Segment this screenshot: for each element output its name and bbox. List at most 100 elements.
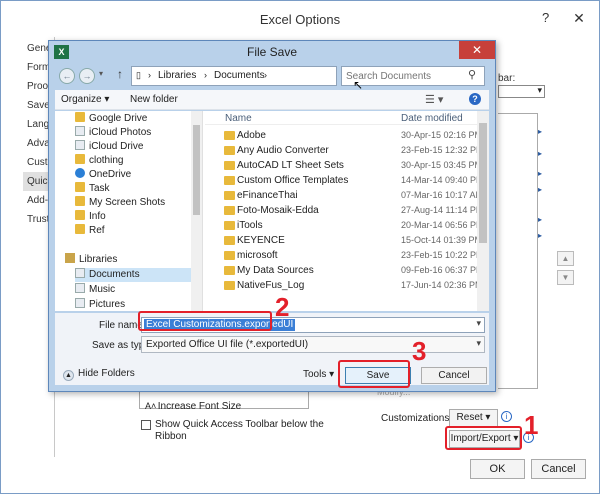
file-list-scrollbar[interactable]	[477, 111, 489, 311]
cancel-button[interactable]: Cancel	[531, 459, 586, 479]
forward-icon[interactable]: →	[79, 68, 95, 84]
move-down-button[interactable]: ▼	[557, 270, 574, 285]
file-row[interactable]: Custom Office Templates 14-Mar-14 09:40 P…	[205, 173, 484, 188]
breadcrumb-separator-icon: ›	[264, 70, 267, 80]
cancel-button[interactable]: Cancel	[421, 367, 487, 384]
tree-item-label: OneDrive	[89, 169, 132, 180]
checkbox-box[interactable]	[141, 420, 151, 430]
expand-arrow-icon[interactable]: ▸	[538, 127, 542, 136]
search-icon[interactable]: ⚲	[468, 68, 476, 81]
ok-button[interactable]: OK	[470, 459, 525, 479]
annotation-step-1: 1	[524, 410, 539, 440]
expand-arrow-icon[interactable]: ▸	[538, 185, 542, 194]
file-row[interactable]: Adobe 30-Apr-15 02:16 PM	[205, 128, 482, 143]
file-name: Custom Office Templates	[237, 175, 349, 186]
move-up-button[interactable]: ▲	[557, 251, 574, 266]
folder-icon	[224, 221, 235, 230]
back-icon[interactable]: ←	[59, 68, 75, 84]
tree-item-google-drive[interactable]: Google Drive	[75, 112, 147, 126]
file-row[interactable]: Foto-Mosaik-Edda 27-Aug-14 11:14 PM	[205, 203, 483, 218]
file-name: My Data Sources	[237, 265, 314, 276]
tree-item-my-screen-shots[interactable]: My Screen Shots	[75, 196, 165, 210]
expand-arrow-icon[interactable]: ▸	[538, 149, 542, 158]
reset-button[interactable]: Reset ▾	[449, 409, 498, 427]
file-row[interactable]: AutoCAD LT Sheet Sets 30-Apr-15 03:45 PM	[205, 158, 482, 173]
tree-item-pictures[interactable]: Pictures	[75, 298, 125, 311]
mouse-cursor-icon: ↖	[353, 78, 364, 92]
tree-item-music[interactable]: Music	[75, 283, 115, 297]
tree-item-task[interactable]: Task	[75, 182, 110, 196]
hide-folders-label: Hide Folders	[78, 368, 135, 379]
breadcrumb-libraries[interactable]: Libraries	[158, 70, 196, 81]
file-list: Name Date modified Adobe 30-Apr-15 02:16 …	[205, 111, 489, 311]
new-folder-button[interactable]: New folder	[130, 94, 178, 105]
navigation-row: ← → ▾ ↑ ▯ › Libraries › Documents › ▾ ↻ …	[55, 65, 489, 87]
file-row[interactable]: microsoft 23-Feb-15 10:22 PM	[205, 248, 484, 263]
navigation-pane: Google Drive iCloud Photos iCloud Drive …	[55, 111, 203, 311]
folder-icon	[224, 206, 235, 215]
music-icon	[75, 283, 85, 293]
up-arrow-icon[interactable]: ↑	[117, 67, 123, 81]
file-row[interactable]: iTools 20-Mar-14 06:56 PM	[205, 218, 484, 233]
tree-item-clothing[interactable]: clothing	[75, 154, 123, 168]
tree-item-ref[interactable]: Ref	[75, 224, 105, 238]
help-icon[interactable]: ?	[542, 10, 549, 25]
column-header-date[interactable]: Date modified	[401, 113, 463, 124]
expand-arrow-icon[interactable]: ▸	[538, 169, 542, 178]
chevron-down-icon[interactable]: ▾	[476, 338, 481, 349]
file-row[interactable]: eFinanceThai 07-Mar-16 10:17 AM	[205, 188, 483, 203]
toolbar-label-fragment: bar:	[498, 73, 516, 84]
folder-icon	[224, 266, 235, 275]
tree-scrollbar[interactable]	[191, 111, 202, 311]
close-icon[interactable]: ✕	[459, 41, 495, 59]
tree-item-icloud-photos[interactable]: iCloud Photos	[75, 126, 151, 140]
excel-options-title: Excel Options	[259, 12, 341, 27]
expand-arrow-icon[interactable]: ▸	[538, 215, 542, 224]
recent-locations-icon[interactable]: ▾	[99, 69, 103, 78]
tools-button[interactable]: Tools ▾	[303, 369, 334, 380]
file-date: 20-Mar-14 06:56 PM	[401, 220, 484, 230]
address-bar[interactable]: ▯ › Libraries › Documents › ▾ ↻	[131, 66, 409, 86]
scrollbar-thumb[interactable]	[193, 125, 200, 215]
file-row[interactable]: Any Audio Converter 23-Feb-15 12:32 PM	[205, 143, 484, 158]
organize-button[interactable]: Organize ▾	[61, 94, 109, 105]
tree-item-icloud-drive[interactable]: iCloud Drive	[75, 140, 143, 154]
column-header-name[interactable]: Name	[225, 113, 252, 124]
breadcrumb-documents[interactable]: Documents	[214, 70, 265, 81]
onedrive-icon	[75, 168, 85, 178]
folder-icon	[224, 131, 235, 140]
tree-item-label: Task	[89, 183, 110, 194]
chevron-down-icon[interactable]: ▾	[476, 318, 481, 329]
tree-item-info[interactable]: Info	[75, 210, 106, 224]
expand-arrow-icon[interactable]: ▸	[538, 231, 542, 240]
tree-item-label: Google Drive	[89, 113, 148, 124]
file-date: 17-Jun-14 02:36 PM	[401, 280, 483, 290]
file-name: microsoft	[237, 250, 278, 261]
folder-icon	[75, 182, 85, 192]
close-icon[interactable]: ✕	[564, 8, 594, 28]
help-icon[interactable]: ?	[469, 93, 481, 105]
scrollbar-thumb[interactable]	[479, 123, 487, 243]
search-input[interactable]	[346, 69, 466, 83]
save-as-type-select[interactable]: Exported Office UI file (*.exportedUI) ▾	[141, 336, 485, 353]
save-as-type-value: Exported Office UI file (*.exportedUI)	[146, 339, 309, 350]
view-options-icon[interactable]: ☰ ▾	[425, 93, 443, 106]
customize-qat-dropdown[interactable]: ▾	[498, 85, 545, 98]
file-name: Foto-Mosaik-Edda	[237, 205, 319, 216]
tree-item-libraries[interactable]: Libraries	[65, 253, 117, 267]
file-row[interactable]: NativeFus_Log 17-Jun-14 02:36 PM	[205, 278, 483, 293]
tree-item-documents[interactable]: Documents	[75, 268, 193, 282]
folder-icon	[224, 251, 235, 260]
folder-icon	[224, 146, 235, 155]
column-headers: Name Date modified	[205, 111, 489, 125]
folder-icon: ▯	[136, 70, 141, 80]
file-name: iTools	[237, 220, 263, 231]
qat-commands-list[interactable]	[498, 113, 538, 389]
tree-item-onedrive[interactable]: OneDrive	[75, 168, 131, 182]
file-row[interactable]: My Data Sources 09-Feb-16 06:37 PM	[205, 263, 484, 278]
list-item[interactable]: A˄ Increase Font Size	[145, 401, 241, 412]
file-row[interactable]: KEYENCE 15-Oct-14 01:39 PM	[205, 233, 482, 248]
annotation-step-2: 2	[275, 292, 290, 322]
hide-folders-button[interactable]: ▲ Hide Folders	[63, 368, 135, 381]
annotation-highlight-save	[338, 360, 410, 388]
